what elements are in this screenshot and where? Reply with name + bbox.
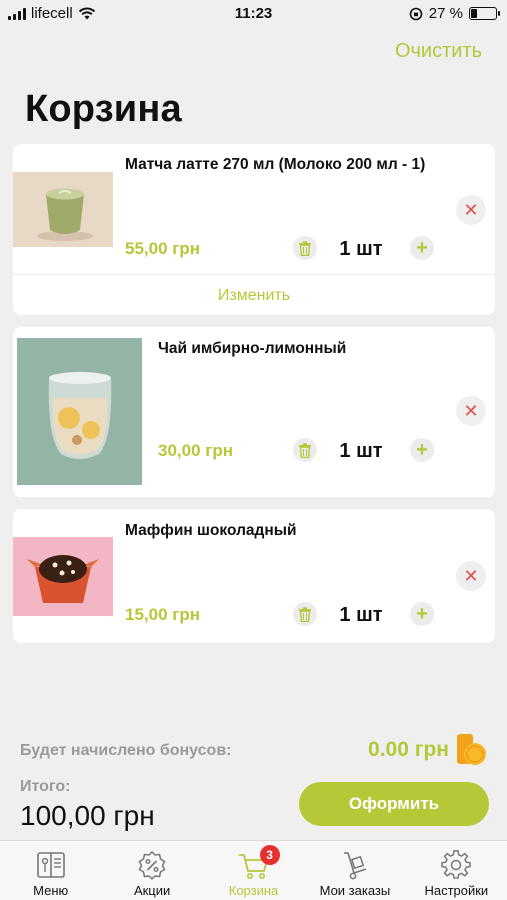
quantity-value: 1 шт — [339, 604, 383, 626]
total-label: Итого: — [20, 778, 71, 795]
remove-item-button[interactable]: ✕ — [456, 396, 486, 426]
tab-label: Акции — [133, 883, 171, 898]
quantity-value: 1 шт — [339, 440, 383, 462]
product-image-chocolate-muffin — [13, 537, 113, 616]
increase-quantity-button[interactable]: + — [410, 602, 434, 626]
product-price: 30,00 грн — [158, 441, 233, 460]
menu-book-icon — [36, 852, 65, 878]
product-price: 55,00 грн — [125, 239, 200, 258]
clear-cart-button[interactable]: Очистить — [395, 40, 482, 63]
cart-item-card: Чай имбирно-лимонный ✕ 30,00 грн 1 шт + — [13, 327, 495, 497]
battery-percent: 27 % — [428, 5, 463, 22]
gear-icon — [441, 850, 472, 879]
tab-bar: Меню Акции 3 Корзина Мои заказы Настройк… — [0, 840, 507, 900]
orientation-lock-icon — [409, 7, 423, 20]
product-name: Маффин шоколадный — [125, 522, 297, 539]
tab-label: Мои заказы — [319, 883, 391, 898]
checkout-button[interactable]: Оформить — [299, 782, 489, 826]
tab-promotions[interactable]: Акции — [101, 841, 202, 900]
remove-item-button[interactable]: ✕ — [456, 195, 486, 225]
close-icon: ✕ — [463, 565, 479, 586]
battery-icon — [469, 7, 500, 20]
trash-icon — [299, 442, 311, 458]
product-name: Чай имбирно-лимонный — [158, 340, 347, 357]
tab-cart[interactable]: 3 Корзина — [203, 841, 304, 900]
product-image-ginger-lemon-tea — [17, 338, 142, 485]
trash-icon — [299, 606, 311, 622]
cart-item-card: Маффин шоколадный ✕ 15,00 грн 1 шт + — [13, 509, 495, 643]
decrease-quantity-button[interactable] — [293, 438, 317, 462]
plus-icon: + — [416, 603, 428, 625]
tab-my-orders[interactable]: Мои заказы — [304, 841, 405, 900]
divider — [13, 274, 495, 275]
tab-label: Меню — [33, 883, 69, 898]
edit-item-link[interactable]: Изменить — [13, 287, 495, 305]
tab-label: Настройки — [424, 883, 489, 898]
cart-item-card: Матча латте 270 мл (Молоко 200 мл - 1) ✕… — [13, 144, 495, 315]
page-title: Корзина — [25, 88, 182, 130]
bonus-label: Будет начислено бонусов: — [20, 742, 232, 759]
increase-quantity-button[interactable]: + — [410, 236, 434, 260]
product-price: 15,00 грн — [125, 605, 200, 624]
bonus-value: 0.00 грн — [368, 738, 449, 761]
hand-truck-icon — [343, 852, 367, 880]
tab-label: Корзина — [228, 883, 279, 898]
cart-count-badge: 3 — [259, 845, 280, 865]
quantity-value: 1 шт — [339, 238, 383, 260]
total-value: 100,00 грн — [20, 800, 155, 831]
remove-item-button[interactable]: ✕ — [456, 561, 486, 591]
product-image-matcha-latte — [13, 172, 113, 247]
increase-quantity-button[interactable]: + — [410, 438, 434, 462]
status-bar: lifecell 11:23 27 % — [0, 0, 507, 28]
tab-settings[interactable]: Настройки — [406, 841, 507, 900]
decrease-quantity-button[interactable] — [293, 602, 317, 626]
plus-icon: + — [416, 237, 428, 259]
close-icon: ✕ — [463, 199, 479, 220]
close-icon: ✕ — [463, 400, 479, 421]
product-name: Матча латте 270 мл (Молоко 200 мл - 1) — [125, 156, 426, 173]
decrease-quantity-button[interactable] — [293, 236, 317, 260]
battery-fill — [471, 9, 477, 18]
tab-menu[interactable]: Меню — [0, 841, 101, 900]
trash-icon — [299, 240, 311, 256]
status-right: 27 % — [409, 5, 500, 22]
plus-icon: + — [416, 439, 428, 461]
coins-icon — [457, 734, 486, 765]
discount-badge-icon — [138, 850, 166, 881]
